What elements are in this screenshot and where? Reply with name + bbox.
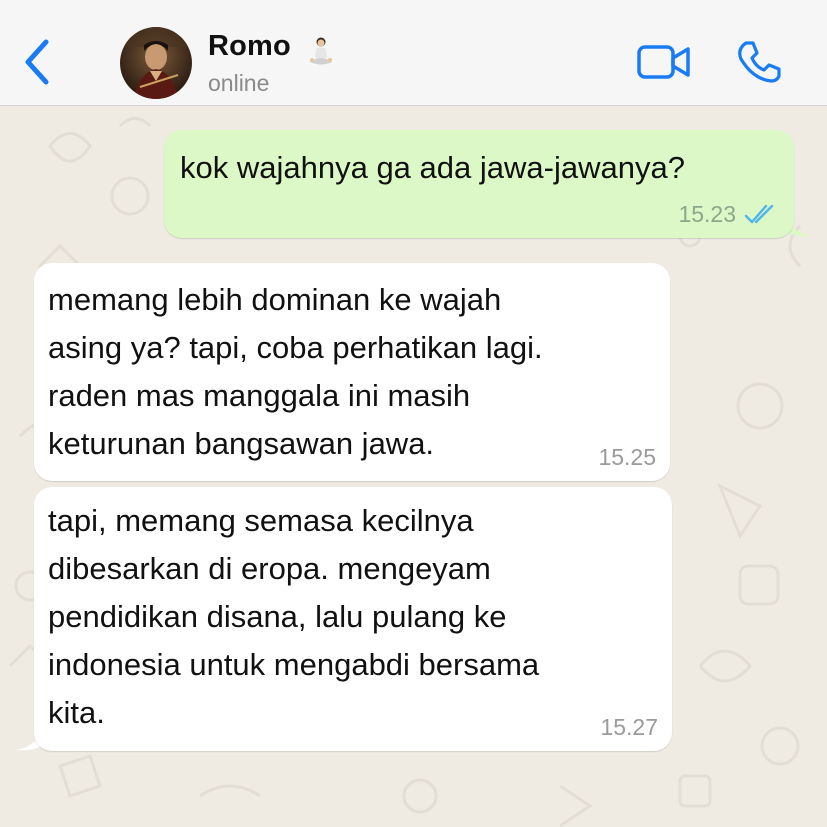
message-text: kok wajahnya ga ada jawa-jawanya? — [180, 150, 685, 185]
double-check-read-icon — [744, 204, 774, 224]
message-incoming[interactable]: tapi, memang semasa kecilnya dibesarkan … — [34, 487, 672, 751]
back-button[interactable] — [18, 36, 58, 88]
contact-status: online — [208, 70, 270, 96]
contact-name[interactable]: Romo — [208, 30, 291, 63]
chat-screen: Romo online kok wajahnya ga ada jawa-jaw… — [0, 0, 827, 827]
message-text: memang lebih dominan ke wajah asing ya? … — [48, 282, 543, 461]
chevron-left-icon — [25, 39, 49, 85]
voice-call-button[interactable] — [734, 38, 784, 88]
chat-header: Romo online — [0, 0, 827, 106]
phone-icon — [738, 41, 781, 83]
message-outgoing[interactable]: kok wajahnya ga ada jawa-jawanya? 15.23 — [164, 130, 794, 238]
message-text: tapi, memang semasa kecilnya dibesarkan … — [48, 503, 540, 730]
message-time: 15.25 — [598, 444, 656, 470]
contact-photo — [120, 27, 192, 99]
avatar[interactable] — [120, 27, 192, 99]
video-call-button[interactable] — [636, 40, 692, 84]
message-time: 15.27 — [600, 714, 658, 740]
message-incoming[interactable]: memang lebih dominan ke wajah asing ya? … — [34, 263, 670, 481]
person-in-lotus-position-icon — [310, 37, 332, 65]
video-camera-icon — [637, 45, 690, 79]
message-time: 15.23 — [678, 201, 736, 227]
